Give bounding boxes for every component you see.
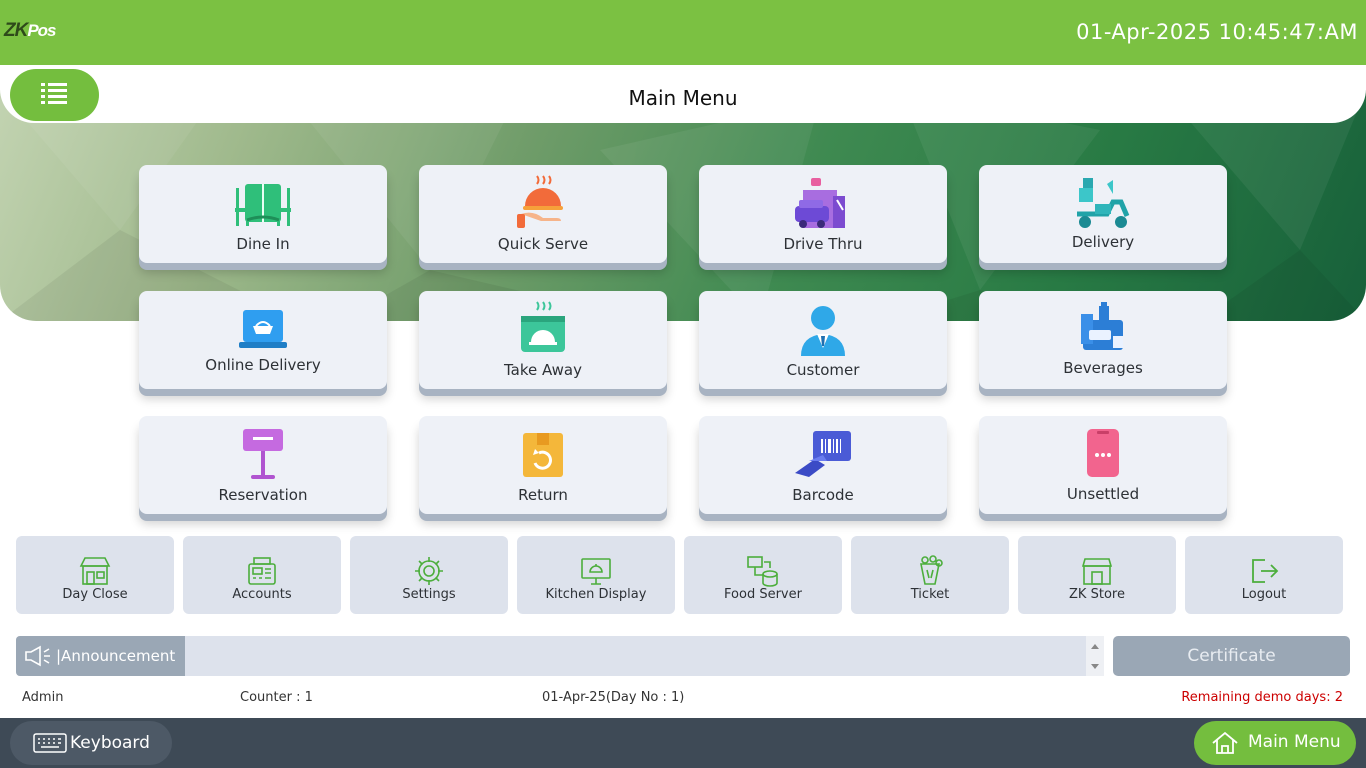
tile-label: Return [518, 486, 568, 504]
tile-label: Beverages [1063, 359, 1143, 377]
customer-button[interactable]: Customer [699, 291, 947, 389]
ticket-button[interactable]: Ticket [851, 536, 1009, 614]
take-away-button[interactable]: Take Away [419, 291, 667, 389]
tile-label: Online Delivery [205, 356, 321, 374]
main-menu-button[interactable]: Main Menu [1194, 721, 1356, 765]
status-demo-days: Remaining demo days: 2 [1181, 690, 1343, 705]
unsettled-icon [1087, 429, 1119, 477]
dine-in-button[interactable]: Dine In [139, 165, 387, 263]
top-bar: ZKPos 01-Apr-2025 10:45:47:AM [0, 0, 1366, 65]
tile-label: Drive Thru [783, 235, 863, 253]
announcement-label-box: |Announcement [16, 636, 185, 676]
day-close-button[interactable]: Day Close [16, 536, 174, 614]
unsettled-button[interactable]: Unsettled [979, 416, 1227, 514]
status-user: Admin [22, 690, 64, 705]
announcement-scrollbar[interactable] [1086, 636, 1104, 676]
dine-in-icon [235, 184, 291, 226]
tile-label: Dine In [236, 235, 290, 253]
tile-label: Unsettled [1066, 485, 1140, 503]
kitchen-display-icon [581, 558, 611, 585]
function-label: Settings [402, 587, 456, 602]
quick-serve-icon [517, 175, 563, 228]
chevron-down-icon[interactable] [1086, 661, 1104, 673]
kitchen-display-button[interactable]: Kitchen Display [517, 536, 675, 614]
ticket-icon [920, 555, 943, 585]
reservation-button[interactable]: Reservation [139, 416, 387, 514]
logout-button[interactable]: Logout [1185, 536, 1343, 614]
accounts-icon [248, 557, 276, 585]
online-delivery-icon [239, 310, 287, 348]
datetime-display: 01-Apr-2025 10:45:47:AM [1076, 20, 1358, 44]
online-delivery-button[interactable]: Online Delivery [139, 291, 387, 389]
megaphone-icon [25, 645, 50, 667]
tile-label: Take Away [503, 361, 582, 379]
delivery-button[interactable]: Delivery [979, 165, 1227, 263]
beverages-button[interactable]: Beverages [979, 291, 1227, 389]
barcode-button[interactable]: Barcode [699, 416, 947, 514]
function-label: Food Server [724, 587, 802, 602]
announcement-bar: |Announcement [16, 636, 1104, 676]
tile-label: Quick Serve [497, 235, 589, 253]
tile-label: Customer [786, 361, 860, 379]
function-label: Ticket [910, 587, 950, 602]
announcement-label: |Announcement [56, 647, 176, 665]
food-server-icon [747, 556, 778, 587]
drive-thru-icon [795, 178, 845, 228]
accounts-button[interactable]: Accounts [183, 536, 341, 614]
settings-button[interactable]: Settings [350, 536, 508, 614]
return-icon [523, 433, 563, 477]
keyboard-icon [33, 733, 67, 753]
quick-serve-button[interactable]: Quick Serve [419, 165, 667, 263]
store-icon [1081, 558, 1113, 585]
take-away-icon [521, 301, 565, 352]
keyboard-label: Keyboard [70, 733, 150, 753]
tile-label: Delivery [1071, 233, 1135, 251]
shop-icon [79, 557, 111, 585]
keyboard-button[interactable]: Keyboard [10, 721, 172, 765]
gear-icon [415, 557, 443, 585]
logout-icon [1252, 559, 1279, 583]
customer-icon [801, 306, 845, 356]
tile-label: Reservation [218, 486, 308, 504]
reservation-icon [243, 429, 283, 479]
zk-store-button[interactable]: ZK Store [1018, 536, 1176, 614]
function-label: Kitchen Display [545, 587, 647, 602]
home-icon [1212, 731, 1238, 754]
return-button[interactable]: Return [419, 416, 667, 514]
main-menu-label: Main Menu [1248, 732, 1341, 752]
footer-bar [0, 718, 1366, 768]
function-label: ZK Store [1069, 587, 1125, 602]
food-server-button[interactable]: Food Server [684, 536, 842, 614]
delivery-icon [1077, 178, 1130, 228]
page-title: Main Menu [628, 86, 738, 110]
beverages-icon [1081, 302, 1123, 350]
certificate-button[interactable]: Certificate [1113, 636, 1350, 676]
zkpos-logo: ZKPos [4, 20, 57, 41]
function-label: Accounts [232, 587, 292, 602]
barcode-icon [795, 431, 851, 477]
drive-thru-button[interactable]: Drive Thru [699, 165, 947, 263]
tile-label: Barcode [792, 486, 854, 504]
chevron-up-icon[interactable] [1086, 640, 1104, 652]
status-counter: Counter : 1 [240, 690, 313, 705]
function-label: Logout [1241, 587, 1287, 602]
function-label: Day Close [62, 587, 128, 602]
status-date: 01-Apr-25(Day No : 1) [542, 690, 685, 705]
